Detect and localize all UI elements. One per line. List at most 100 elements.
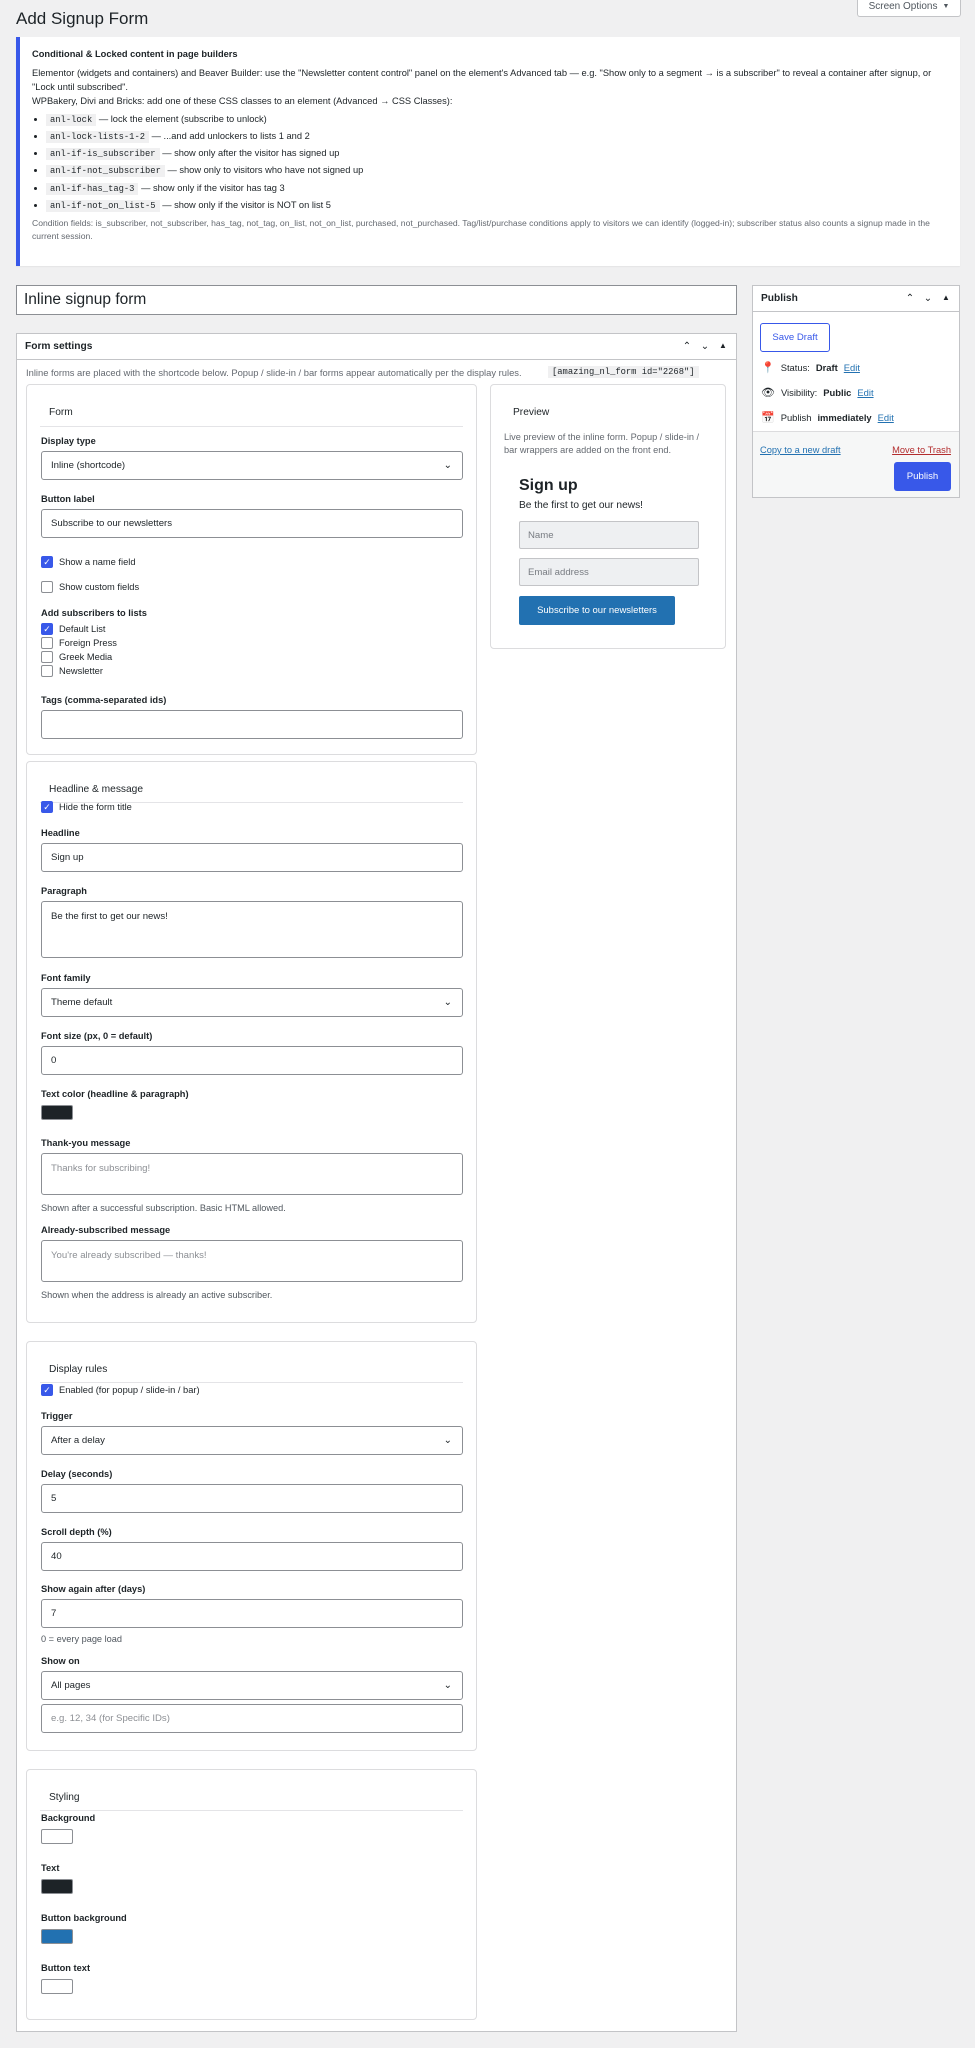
notice-fine-print: Condition fields: is_subscriber, not_sub… [32,217,930,241]
css-class-desc: — show only after the visitor has signed… [162,148,340,159]
move-to-trash-link[interactable]: Move to Trash [892,445,951,455]
again-label: Show again after (days) [41,1584,146,1594]
list-item: anl-lock — lock the element (subscribe t… [46,113,948,127]
list-item: anl-if-not_subscriber — show only to vis… [46,164,948,178]
checkbox-label: Show custom fields [59,582,140,592]
card-title: Preview [513,407,550,418]
preview-subscribe-button[interactable]: Subscribe to our newsletters [519,596,675,625]
screen-options-label: Screen Options [868,0,938,12]
page-builder-notice: Conditional & Locked content in page bui… [16,37,960,266]
lists-label: Add subscribers to lists [41,608,147,618]
edit-status-link[interactable]: Edit [844,362,860,373]
collapse-icon[interactable]: ▲ [941,293,951,304]
schedule-row: 📅 Publish immediately Edit [761,411,894,424]
notice-line-1: Elementor (widgets and containers) and B… [32,67,932,92]
preview-paragraph: Be the first to get our news! [519,500,644,511]
list-checkbox-foreign-press[interactable]: Foreign Press [41,637,117,649]
shortcode[interactable]: [amazing_nl_form id="2268"] [548,366,699,378]
move-up-icon[interactable]: ⌃ [905,293,915,304]
move-down-icon[interactable]: ⌄ [700,341,710,352]
headline-card: Headline & message ✓ Hide the form title… [26,761,477,1323]
checkbox-label: Hide the form title [59,802,132,812]
already-label: Already-subscribed message [41,1225,171,1235]
checkbox-label: Show a name field [59,557,136,567]
font-size-input[interactable]: 0 [41,1046,463,1075]
button-text-label: Button text [41,1963,91,1973]
button-label-input[interactable]: Subscribe to our newsletters [41,509,463,538]
preview-card: Preview Live preview of the inline form.… [490,384,726,649]
delay-label: Delay (seconds) [41,1469,113,1479]
copy-draft-link[interactable]: Copy to a new draft [760,445,841,455]
text-color-label: Text color (headline & paragraph) [41,1089,189,1099]
list-item: anl-if-not_on_list-5 — show only if the … [46,199,948,213]
text-color-swatch[interactable] [41,1105,73,1120]
show-on-label: Show on [41,1656,80,1666]
trigger-select[interactable]: After a delay ⌄ [41,1426,463,1455]
tags-input[interactable] [41,710,463,739]
preview-email-input[interactable]: Email address [519,558,699,586]
card-title: Headline & message [49,784,144,795]
again-input[interactable]: 7 [41,1599,463,1628]
already-textarea[interactable]: You're already subscribed — thanks! [41,1240,463,1282]
paragraph-textarea[interactable]: Be the first to get our news! [41,901,463,958]
list-checkbox-default[interactable]: ✓ Default List [41,623,106,635]
display-type-value: Inline (shortcode) [51,460,126,471]
edit-schedule-link[interactable]: Edit [878,412,894,423]
styling-card: Styling Background Text Button backgroun… [26,1769,477,2020]
list-checkbox-greek-media[interactable]: Greek Media [41,651,112,663]
show-custom-fields-checkbox[interactable]: Show custom fields [41,581,139,593]
scroll-input[interactable]: 40 [41,1542,463,1571]
headline-input[interactable]: Sign up [41,843,463,872]
paragraph-label: Paragraph [41,886,87,896]
display-type-label: Display type [41,436,96,446]
move-up-icon[interactable]: ⌃ [682,341,692,352]
background-label: Background [41,1813,96,1823]
text-color-swatch[interactable] [41,1879,73,1894]
collapse-icon[interactable]: ▲ [718,341,728,352]
chevron-down-icon: ⌄ [443,1680,452,1691]
list-item: anl-lock-lists-1-2 — ...and add unlocker… [46,130,948,144]
post-title-input[interactable]: Inline signup form [16,285,737,315]
css-class-code: anl-if-is_subscriber [46,148,160,161]
font-size-label: Font size (px, 0 = default) [41,1031,153,1041]
divider [40,1382,463,1383]
font-family-label: Font family [41,973,91,983]
button-text-color-swatch[interactable] [41,1979,73,1994]
divider [40,1810,463,1811]
trigger-value: After a delay [51,1435,105,1446]
preview-name-input[interactable]: Name [519,521,699,549]
save-draft-button[interactable]: Save Draft [760,323,830,352]
caret-down-icon: ▼ [942,2,950,10]
background-color-swatch[interactable] [41,1829,73,1844]
publish-button[interactable]: Publish [894,462,951,491]
edit-visibility-link[interactable]: Edit [857,387,873,398]
move-down-icon[interactable]: ⌄ [923,293,933,304]
delay-input[interactable]: 5 [41,1484,463,1513]
checkbox-checked-icon: ✓ [41,1384,53,1396]
css-class-desc: — show only if the visitor has tag 3 [141,182,285,193]
form-settings-box: Form settings ⌃ ⌄ ▲ Inline forms are pla… [16,333,737,2032]
display-type-select[interactable]: Inline (shortcode) ⌄ [41,451,463,480]
publish-box: Publish ⌃ ⌄ ▲ Save Draft 📍 Status: Draft… [752,285,960,498]
css-class-code: anl-if-not_subscriber [46,165,165,178]
show-on-select[interactable]: All pages ⌄ [41,1671,463,1700]
button-bg-color-swatch[interactable] [41,1929,73,1944]
specific-ids-input[interactable]: e.g. 12, 34 (for Specific IDs) [41,1704,463,1733]
notice-title: Conditional & Locked content in page bui… [32,49,238,59]
checkbox-label: Default List [59,624,106,634]
pin-icon: 📍 [761,362,775,374]
list-checkbox-newsletter[interactable]: Newsletter [41,665,103,677]
screen-options-button[interactable]: Screen Options ▼ [857,0,961,17]
font-family-value: Theme default [51,997,113,1008]
checkbox-unchecked-icon [41,581,53,593]
hide-title-checkbox[interactable]: ✓ Hide the form title [41,801,132,813]
show-name-checkbox[interactable]: ✓ Show a name field [41,556,136,568]
chevron-down-icon: ⌄ [443,1435,452,1446]
checkbox-checked-icon: ✓ [41,801,53,813]
chevron-down-icon: ⌄ [443,997,452,1008]
font-family-select[interactable]: Theme default ⌄ [41,988,463,1017]
enabled-checkbox[interactable]: ✓ Enabled (for popup / slide-in / bar) [41,1384,200,1396]
css-class-code: anl-if-has_tag-3 [46,182,139,195]
css-class-list: anl-lock — lock the element (subscribe t… [32,113,948,213]
thanks-textarea[interactable]: Thanks for subscribing! [41,1153,463,1195]
